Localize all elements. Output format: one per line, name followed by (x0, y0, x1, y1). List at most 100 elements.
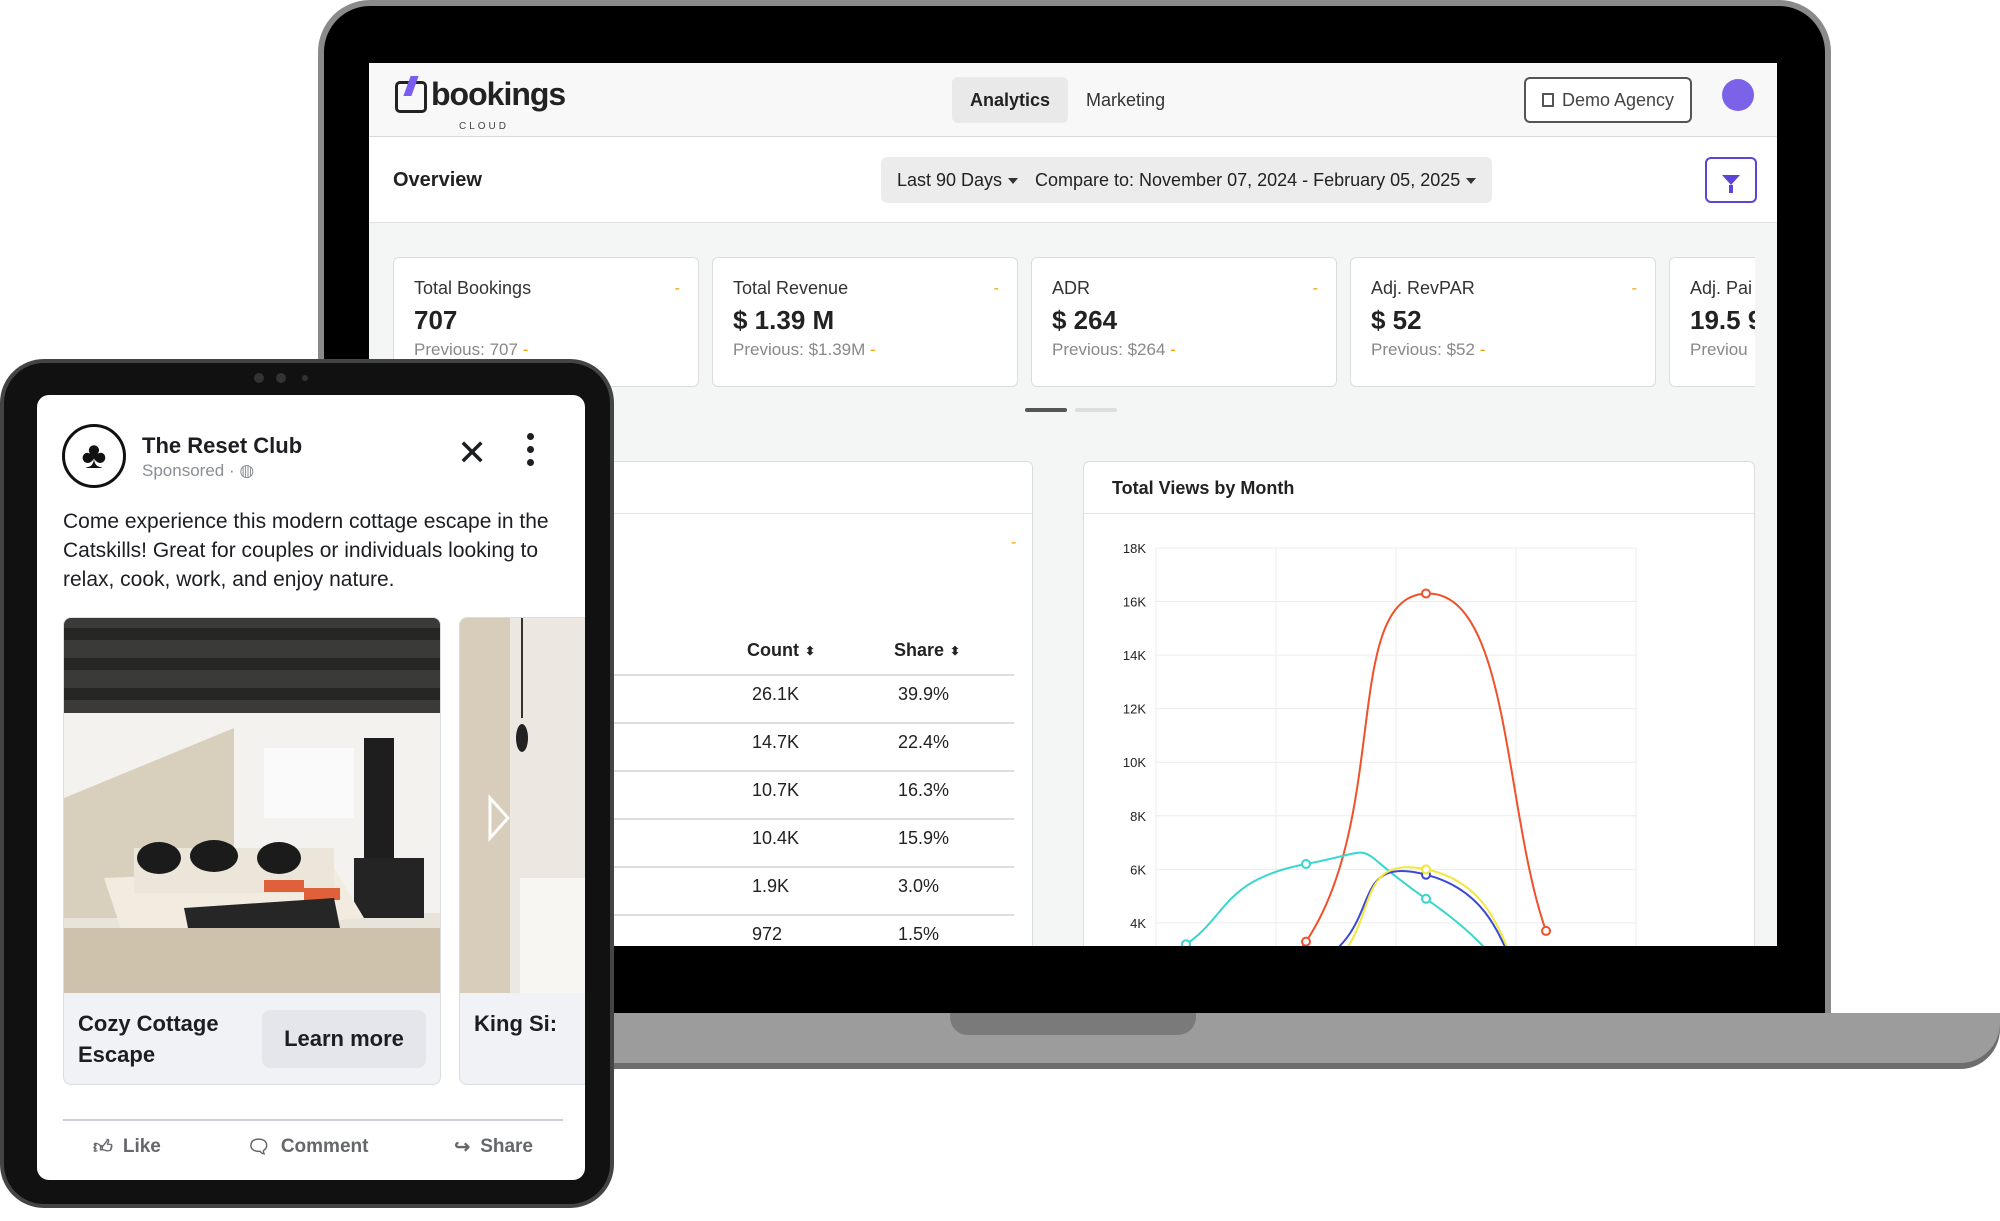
column-header-share[interactable]: Share ⬍ (894, 640, 960, 661)
building-icon (1542, 93, 1554, 107)
kpi-previous: Previou (1690, 340, 1748, 359)
table-divider (554, 914, 1014, 916)
kpi-value: 19.5 9 (1690, 305, 1755, 335)
card-title[interactable]: Cozy Cottage Escape (78, 1008, 258, 1070)
table-divider (554, 722, 1014, 724)
views-by-month-panel: Total Views by Month 2K4K6K8K10K12K14K16… (1083, 461, 1755, 946)
bedroom-photo[interactable] (460, 618, 585, 993)
y-tick-label: 6K (1130, 862, 1146, 877)
kpi-card-total-revenue[interactable]: Total Revenue $ 1.39 M Previous: $1.39M … (712, 257, 1018, 387)
kpi-previous: Previous: $1.39M - (733, 340, 876, 359)
panel-change-indicator: - (1011, 534, 1017, 551)
main-tabs: Analytics Marketing (952, 77, 1183, 123)
table-divider (554, 674, 1014, 676)
date-range-dropdown[interactable]: Last 90 Days (881, 157, 1035, 203)
kpi-card-adj-partial[interactable]: Adj. Pai 19.5 9 Previou (1669, 257, 1755, 387)
data-point (1421, 588, 1431, 599)
kpi-label: Total Bookings (414, 278, 532, 298)
table-cell-count: 26.1K (752, 684, 800, 704)
user-avatar[interactable] (1722, 79, 1754, 111)
caret-down-icon (1008, 178, 1019, 185)
carousel-dot[interactable] (1075, 408, 1117, 412)
table-divider (554, 818, 1014, 820)
sponsored-label: Sponsored · ◍ (142, 461, 255, 480)
table-cell-share: 16.3% (898, 780, 950, 800)
cottage-living-room-photo[interactable] (64, 618, 440, 993)
kpi-previous: Previous: $264 - (1052, 340, 1176, 359)
comment-button[interactable]: 🗨︎ Comment (247, 1135, 369, 1159)
like-button[interactable]: 👍︎ Like (93, 1135, 161, 1159)
series-line (1301, 592, 1547, 946)
kpi-label: ADR (1052, 278, 1091, 298)
kpi-card-adr[interactable]: ADR $ 264 Previous: $264 - - (1031, 257, 1337, 387)
y-tick-label: 4K (1130, 916, 1146, 931)
close-icon[interactable]: ✕ (457, 435, 487, 471)
carousel-dot[interactable] (1025, 408, 1067, 412)
kpi-change-indicator: - (1631, 280, 1637, 297)
tab-marketing[interactable]: Marketing (1068, 77, 1183, 123)
filter-icon (1722, 175, 1740, 193)
y-tick-label: 10K (1123, 755, 1146, 770)
kpi-previous: Previous: $52 - (1371, 340, 1486, 359)
carousel-card[interactable]: Cozy Cottage Escape Learn more (63, 617, 441, 1085)
compare-range-dropdown[interactable]: Compare to: November 07, 2024 - February… (1019, 157, 1493, 203)
compare-range-label: Compare to: November 07, 2024 - February… (1035, 170, 1461, 190)
tablet-camera (276, 373, 286, 383)
table-cell-share: 1.5% (898, 924, 940, 944)
calendar-bolt-icon (395, 81, 427, 113)
kpi-carousel-dots (1025, 408, 1117, 412)
table-divider (554, 866, 1014, 868)
table-cell-count: 14.7K (752, 732, 800, 752)
kpi-change-indicator: - (674, 280, 680, 297)
table-cell-share: 39.9% (898, 684, 950, 704)
agency-label: Demo Agency (1562, 90, 1675, 110)
top-navbar: bookings CLOUD Analytics Marketing Demo … (369, 63, 1777, 137)
kpi-value: $ 264 (1052, 305, 1118, 335)
page-name[interactable]: The Reset Club (142, 433, 302, 459)
kpi-change-indicator: - (993, 280, 999, 297)
kpi-value: 707 (414, 305, 458, 335)
tablet-sensor (302, 375, 308, 381)
page-avatar-club-icon[interactable]: ♣ (62, 424, 126, 488)
kpi-change-indicator: - (1312, 280, 1318, 297)
post-actions: 👍︎ Like 🗨︎ Comment ↪ Share (63, 1119, 563, 1159)
more-options-icon[interactable] (527, 433, 535, 466)
kpi-card-adj-revpar[interactable]: Adj. RevPAR $ 52 Previous: $52 - - (1350, 257, 1656, 387)
laptop-notch (950, 1013, 1196, 1035)
column-header-count[interactable]: Count ⬍ (747, 640, 815, 661)
table-cell-count: 972 (752, 924, 783, 944)
y-tick-label: 8K (1130, 809, 1146, 824)
share-arrow-icon: ↪ (454, 1136, 471, 1158)
page-title: Overview (393, 169, 482, 191)
carousel-card[interactable]: King Si: (459, 617, 585, 1085)
date-range-label: Last 90 Days (897, 170, 1003, 190)
data-point (1421, 893, 1431, 904)
table-cell-count: 1.9K (752, 876, 790, 896)
tablet-frame: ♣ The Reset Club Sponsored · ◍ ✕ Come ex… (0, 359, 614, 1208)
table-cell-share: 3.0% (898, 876, 940, 896)
y-tick-label: 18K (1123, 541, 1146, 556)
table-cell-count: 10.7K (752, 780, 800, 800)
kpi-label: Total Revenue (733, 278, 849, 298)
tab-analytics[interactable]: Analytics (952, 77, 1069, 123)
overview-toolbar: Overview Last 90 Days Compare to: Novemb… (369, 137, 1777, 223)
y-tick-label: 12K (1123, 702, 1146, 717)
series-line (1347, 866, 1508, 946)
data-point (1541, 925, 1551, 936)
table-cell-share: 15.9% (898, 828, 950, 848)
agency-switcher-button[interactable]: Demo Agency (1524, 77, 1693, 123)
logo-subtext: CLOUD (459, 121, 510, 132)
kpi-previous: Previous: 707 - (414, 340, 529, 359)
card-title[interactable]: King Si: (474, 1008, 585, 1039)
sort-icon: ⬍ (950, 644, 961, 659)
table-cell-share: 22.4% (898, 732, 950, 752)
data-point (1301, 936, 1311, 946)
kpi-label: Adj. Pai (1690, 278, 1753, 298)
series-line (1338, 870, 1506, 946)
bookings-logo[interactable]: bookings CLOUD (395, 77, 566, 132)
learn-more-button[interactable]: Learn more (262, 1010, 426, 1068)
comment-bubble-icon: 🗨︎ (246, 1137, 271, 1158)
share-button[interactable]: ↪ Share (454, 1135, 533, 1159)
facebook-ad-screen: ♣ The Reset Club Sponsored · ◍ ✕ Come ex… (37, 395, 585, 1180)
filter-button[interactable] (1705, 157, 1757, 203)
